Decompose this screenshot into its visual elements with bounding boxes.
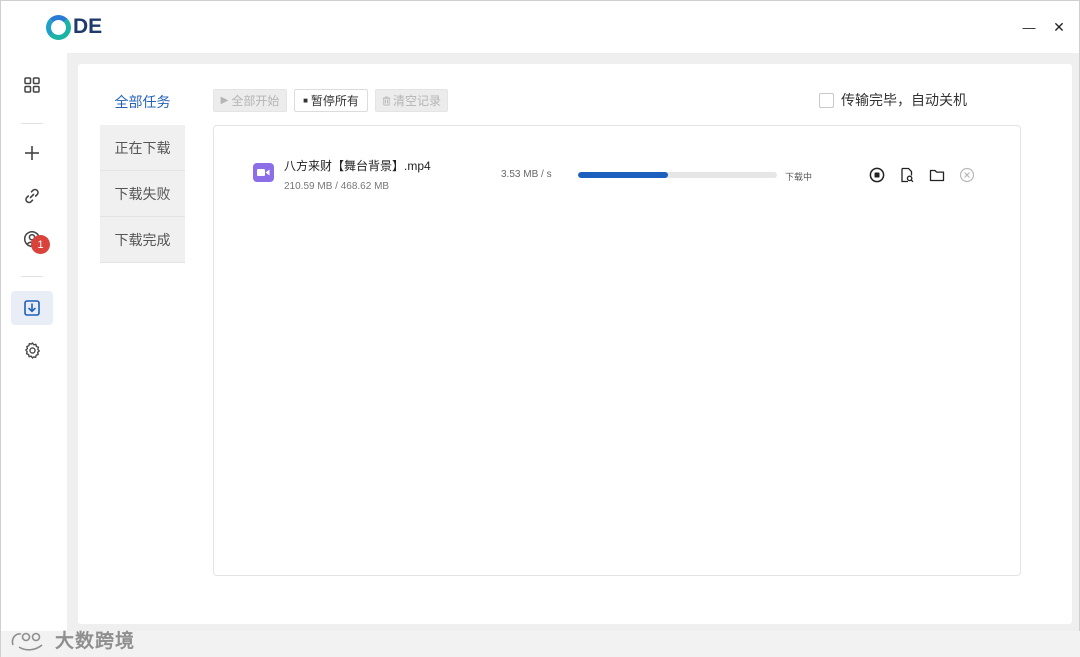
- app-logo: DE: [46, 14, 102, 40]
- bottom-strip: [1, 631, 1080, 657]
- sidebar-item-link[interactable]: [11, 179, 53, 213]
- clear-records-button[interactable]: 清空记录: [375, 89, 448, 112]
- open-folder-button[interactable]: [927, 165, 947, 185]
- folder-icon: [929, 169, 945, 182]
- download-row: 八方来财【舞台背景】.mp4 210.59 MB / 468.62 MB 3.5…: [214, 126, 1020, 224]
- app-window: DE — ✕ 1 全部任务 正在下载 下载失败 下载完成 ▶ 全部开始 ■ 暂停…: [0, 0, 1080, 657]
- auto-shutdown-label: 传输完毕，自动关机: [841, 92, 967, 108]
- stop-download-button[interactable]: [867, 165, 887, 185]
- view-file-button[interactable]: [897, 165, 917, 185]
- file-name: 八方来财【舞台背景】.mp4: [284, 159, 431, 173]
- sidebar-item-add[interactable]: [11, 136, 53, 170]
- link-icon: [25, 188, 39, 204]
- logo-text: DE: [73, 15, 103, 38]
- sidebar-divider: [21, 276, 43, 277]
- play-icon: ▶: [220, 95, 229, 106]
- pause-all-button[interactable]: ■ 暂停所有: [294, 89, 368, 112]
- watermark-logo-icon: [11, 632, 43, 651]
- pause-all-label: 暂停所有: [310, 94, 359, 108]
- delete-download-button[interactable]: [957, 165, 977, 185]
- stop-square-icon: ■: [303, 96, 308, 105]
- tab-all-tasks[interactable]: 全部任务: [100, 79, 185, 125]
- logo-ring-icon: [46, 14, 71, 40]
- gear-icon: [24, 341, 40, 359]
- title-bar: DE — ✕: [1, 1, 1079, 53]
- download-speed: 3.53 MB / s: [501, 169, 552, 180]
- tab-downloading[interactable]: 正在下载: [100, 125, 185, 171]
- video-file-icon: [253, 163, 274, 182]
- start-all-button[interactable]: ▶ 全部开始: [213, 89, 287, 112]
- sidebar-item-settings[interactable]: [11, 333, 53, 367]
- progress-bar: [578, 172, 777, 178]
- progress-bar-fill: [578, 172, 668, 178]
- tab-completed[interactable]: 下载完成: [100, 217, 185, 263]
- file-size: 210.59 MB / 468.62 MB: [284, 181, 390, 192]
- auto-shutdown-option: 传输完毕，自动关机: [819, 90, 967, 110]
- close-circle-icon: [959, 167, 975, 183]
- sidebar-item-downloads[interactable]: [11, 291, 53, 325]
- file-search-icon: [901, 167, 914, 183]
- minimize-icon: —: [1022, 19, 1036, 35]
- plus-icon: [25, 146, 39, 160]
- stop-circle-icon: [869, 167, 885, 183]
- download-list: 八方来财【舞台背景】.mp4 210.59 MB / 468.62 MB 3.5…: [213, 125, 1021, 576]
- close-button[interactable]: ✕: [1047, 15, 1071, 39]
- task-tabs: 全部任务 正在下载 下载失败 下载完成: [100, 79, 185, 263]
- tab-failed[interactable]: 下载失败: [100, 171, 185, 217]
- download-count-badge: 1: [31, 235, 50, 254]
- start-all-label: 全部开始: [231, 94, 280, 108]
- grid-icon: [24, 77, 40, 93]
- auto-shutdown-checkbox[interactable]: [819, 92, 834, 108]
- clear-records-label: 清空记录: [392, 94, 441, 108]
- download-icon: [24, 300, 40, 316]
- sidebar-item-dashboard[interactable]: [11, 68, 53, 102]
- watermark: 大数跨境: [9, 626, 135, 653]
- sidebar-divider: [21, 123, 43, 124]
- watermark-text: 大数跨境: [55, 631, 136, 652]
- close-icon: ✕: [1053, 18, 1065, 35]
- download-status: 下载中: [785, 172, 813, 182]
- minimize-button[interactable]: —: [1017, 15, 1041, 39]
- trash-icon: [382, 95, 391, 106]
